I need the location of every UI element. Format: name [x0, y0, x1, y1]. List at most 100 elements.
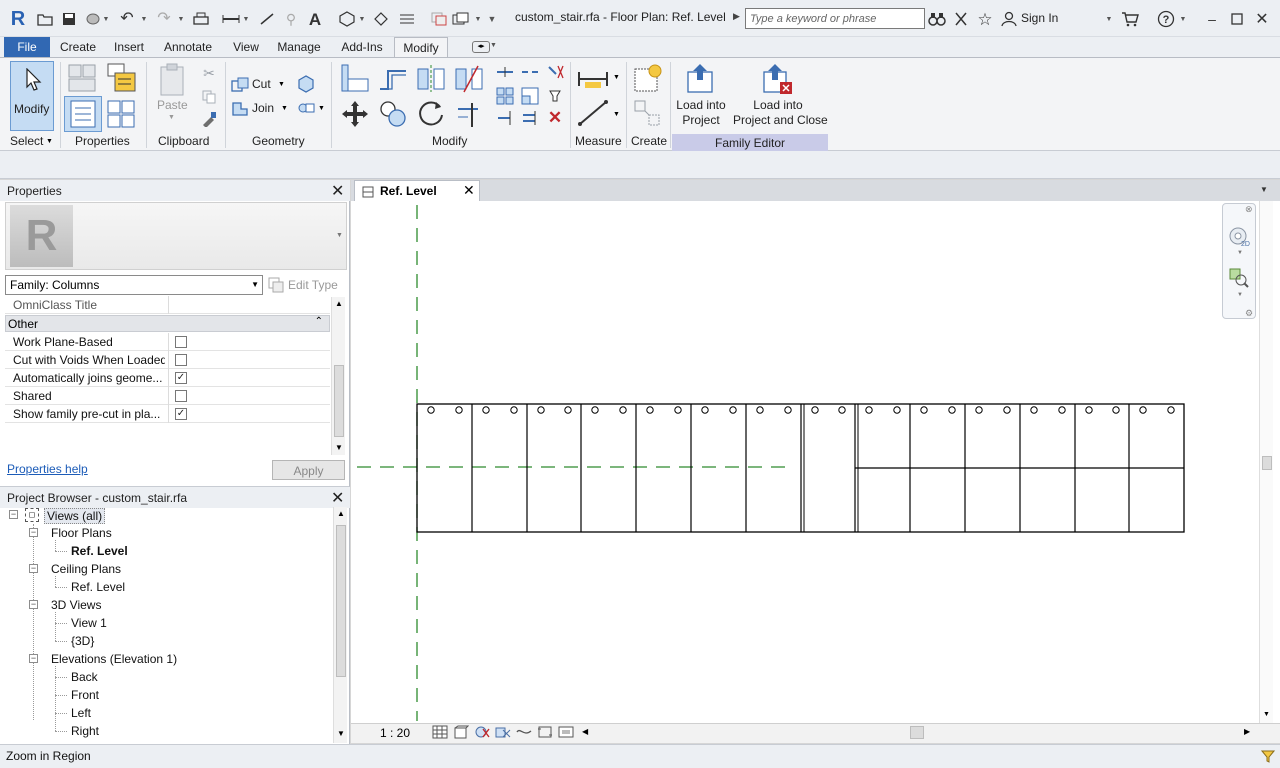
cope-icon[interactable] [296, 74, 316, 94]
load-into-project-label-2[interactable]: Project [676, 113, 726, 127]
checkbox-auto-join[interactable]: ✓ [175, 372, 187, 384]
join-geometry-label[interactable]: Join [252, 101, 274, 115]
scroll-down-icon[interactable]: ▼ [337, 729, 345, 738]
properties-toggle-button[interactable] [64, 96, 102, 132]
checkbox-show-precut[interactable]: ✓ [175, 408, 187, 420]
shadows-icon[interactable] [495, 725, 511, 739]
family-types-icon[interactable] [104, 62, 138, 94]
close-window-icon[interactable]: ✕ [1252, 9, 1272, 29]
split-gap-icon[interactable] [520, 64, 540, 80]
tab-file[interactable]: File [4, 37, 50, 58]
open-folder-icon[interactable] [36, 10, 54, 28]
trim-single-icon[interactable] [495, 108, 515, 128]
delete-icon[interactable]: ✕ [545, 108, 565, 128]
unpin-icon[interactable] [545, 64, 565, 80]
save-icon[interactable] [60, 10, 78, 28]
hscroll-left-icon[interactable]: ◀ [582, 727, 588, 736]
sync-dropdown-icon[interactable]: ▼ [102, 11, 110, 27]
scroll-down-icon[interactable]: ▼ [1263, 711, 1270, 718]
tree-elevation-left[interactable]: Left [71, 706, 91, 720]
undo-icon[interactable]: ↶ [118, 10, 136, 28]
close-hidden-icon[interactable] [430, 10, 448, 28]
tree-floor-plans[interactable]: Floor Plans [51, 526, 112, 540]
collapse-group-icon[interactable]: ⌃ [315, 316, 323, 327]
type-properties-icon[interactable] [106, 98, 138, 130]
split-element-icon[interactable] [495, 64, 515, 80]
tree-ceiling-plans[interactable]: Ceiling Plans [51, 562, 121, 576]
checkbox-work-plane-based[interactable] [175, 336, 187, 348]
mirror-pick-axis-icon[interactable] [415, 62, 447, 94]
property-group-other[interactable]: Other ⌃ [5, 315, 330, 332]
tree-3d[interactable]: {3D} [71, 634, 94, 648]
search-input[interactable] [745, 8, 925, 29]
load-into-project-and-close-icon[interactable] [760, 62, 796, 96]
tab-add-ins[interactable]: Add-Ins [339, 37, 385, 58]
type-selector-dropdown-icon[interactable]: ▼ [336, 232, 343, 239]
detail-level-icon[interactable] [432, 725, 448, 739]
navbar-close-icon[interactable]: ⊗ [1245, 204, 1253, 215]
sign-in-dropdown-icon[interactable]: ▼ [1105, 11, 1113, 27]
tree-elevation-right[interactable]: Right [71, 724, 99, 738]
switch-windows-icon[interactable] [452, 10, 470, 28]
cut-clipboard-icon[interactable]: ✂ [200, 64, 218, 82]
collapse-elevations-icon[interactable]: − [29, 654, 38, 663]
paste-dropdown-icon[interactable]: ▼ [168, 114, 175, 121]
panel-clipboard-label[interactable]: Clipboard [158, 134, 209, 148]
minimize-icon[interactable]: – [1202, 9, 1222, 29]
measure-dropdown-icon[interactable]: ▼ [242, 11, 250, 27]
load-into-project-label-1[interactable]: Load into [676, 98, 726, 112]
text-icon[interactable]: A [306, 10, 324, 28]
tab-create[interactable]: Create [60, 37, 96, 58]
view-tabs-menu-icon[interactable]: ▼ [1260, 185, 1268, 194]
checkbox-shared[interactable] [175, 390, 187, 402]
tab-modify[interactable]: Modify [394, 37, 448, 58]
edit-type-button[interactable]: Edit Type [268, 275, 346, 295]
pin-icon[interactable] [545, 86, 565, 106]
drawing-canvas[interactable] [351, 201, 1280, 723]
sign-in-link[interactable]: Sign In [1021, 11, 1058, 25]
array-icon[interactable] [495, 86, 515, 106]
panel-family-editor-label[interactable]: Family Editor [672, 134, 828, 151]
scrollbar-thumb[interactable] [334, 365, 344, 437]
scrollbar-thumb[interactable] [1262, 456, 1272, 470]
match-properties-icon[interactable] [200, 110, 218, 128]
cart-icon[interactable] [1121, 10, 1139, 28]
properties-scrollbar[interactable]: ▲ ▼ [331, 297, 345, 455]
panel-modify-label[interactable]: Modify [432, 134, 467, 148]
tree-view-1[interactable]: View 1 [71, 616, 107, 630]
undo-dropdown-icon[interactable]: ▼ [140, 11, 148, 27]
property-value[interactable] [168, 296, 330, 314]
section-icon[interactable] [372, 10, 390, 28]
zoom-dropdown-icon[interactable]: ▼ [1237, 292, 1243, 298]
tree-ceiling-ref-level[interactable]: Ref. Level [71, 580, 125, 594]
binoculars-icon[interactable] [928, 10, 946, 28]
panel-properties-label[interactable]: Properties [75, 134, 130, 148]
panel-geometry-label[interactable]: Geometry [252, 134, 305, 148]
close-project-browser-icon[interactable]: ✕ [331, 488, 344, 508]
sync-icon[interactable] [84, 10, 102, 28]
close-properties-icon[interactable]: ✕ [331, 181, 344, 201]
cut-geometry-label[interactable]: Cut [252, 77, 271, 91]
measure-dropdown-2-icon[interactable]: ▼ [613, 111, 620, 118]
load-close-label-1[interactable]: Load into [733, 98, 823, 112]
geometry-dropdown-icon[interactable]: ▼ [318, 105, 325, 112]
select-dropdown-icon[interactable]: ▼ [46, 138, 53, 145]
favorites-star-icon[interactable]: ☆ [976, 10, 994, 28]
properties-help-link[interactable]: Properties help [7, 462, 88, 476]
family-select-arrow-icon[interactable]: ▼ [251, 280, 259, 289]
subscription-icon[interactable] [952, 10, 970, 28]
align-icon[interactable] [339, 62, 371, 94]
collapse-3d-views-icon[interactable]: − [29, 600, 38, 609]
measure-dropdown-1-icon[interactable]: ▼ [613, 74, 620, 81]
crop-view-icon[interactable] [516, 725, 532, 739]
view-scale[interactable]: 1 : 20 [380, 726, 410, 740]
canvas-vertical-scrollbar[interactable]: ▼ [1259, 201, 1273, 723]
tree-elevation-back[interactable]: Back [71, 670, 98, 684]
maximize-icon[interactable] [1227, 9, 1247, 29]
checkbox-cut-with-voids[interactable] [175, 354, 187, 366]
visual-style-icon[interactable] [453, 725, 470, 739]
revit-app-icon[interactable]: R [8, 8, 28, 30]
wall-joins-icon[interactable] [296, 98, 316, 118]
join-dropdown-icon[interactable]: ▼ [281, 105, 288, 112]
3d-dropdown-icon[interactable]: ▼ [358, 11, 366, 27]
